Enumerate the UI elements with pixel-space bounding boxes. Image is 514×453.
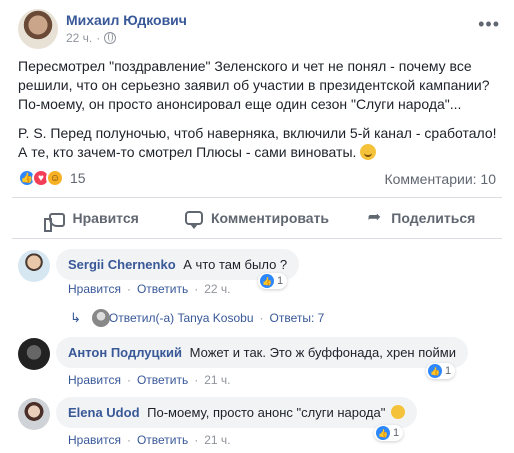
comment-reply-link[interactable]: Ответить bbox=[137, 433, 188, 447]
dot-separator: · bbox=[194, 282, 199, 296]
comment-button[interactable]: Комментировать bbox=[175, 199, 338, 237]
commenter-avatar[interactable] bbox=[18, 398, 50, 430]
divider bbox=[12, 197, 502, 198]
haha-reaction-icon: ☺ bbox=[46, 169, 64, 187]
dot-separator: · bbox=[259, 311, 264, 325]
divider bbox=[12, 238, 502, 239]
author-avatar[interactable] bbox=[18, 9, 58, 49]
share-button[interactable]: ➦ Поделиться bbox=[339, 199, 502, 237]
like-button-label: Нравится bbox=[72, 210, 139, 226]
like-button[interactable]: Нравится bbox=[12, 199, 175, 237]
comment-like-link[interactable]: Нравится bbox=[68, 433, 121, 447]
dot-separator: · bbox=[126, 433, 131, 447]
comment-meta: Нравится · Ответить · 21 ч. bbox=[68, 433, 231, 447]
smirk-emoji-icon bbox=[390, 405, 405, 419]
post-text-paragraph-1: Пересмотрел "поздравление" Зеленского и … bbox=[18, 58, 490, 112]
comment-icon bbox=[184, 211, 203, 229]
more-icon[interactable]: ••• bbox=[478, 14, 500, 35]
post-time[interactable]: 22 ч. bbox=[66, 31, 92, 45]
like-reaction-icon: 👍 bbox=[376, 426, 390, 440]
comment-time[interactable]: 21 ч. bbox=[204, 433, 230, 447]
dot-separator: · bbox=[96, 31, 101, 45]
comment-button-label: Комментировать bbox=[210, 210, 330, 226]
comment-time[interactable]: 22 ч. bbox=[204, 282, 230, 296]
share-button-label: Поделиться bbox=[391, 210, 476, 226]
commenter-avatar[interactable] bbox=[18, 250, 50, 282]
reply-arrow-icon: ↳ bbox=[70, 310, 81, 325]
comment-text: Может и так. Это ж буффонада, хрен пойми bbox=[189, 345, 456, 360]
comment-bubble: Антон Подлуцкий Может и так. Это ж буффо… bbox=[56, 337, 468, 368]
comment-time[interactable]: 21 ч. bbox=[204, 373, 230, 387]
comment-text: А что там было ? bbox=[183, 257, 288, 272]
reactions-count[interactable]: 15 bbox=[70, 170, 86, 186]
action-bar: Нравится Комментировать ➦ Поделиться bbox=[12, 199, 502, 237]
post-text-paragraph-2: P. S. Перед полуночью, чтоб наверняка, в… bbox=[18, 124, 504, 162]
comment-meta: Нравится · Ответить · 22 ч. bbox=[68, 282, 231, 296]
reactions-summary[interactable]: 👍 ♥ ☺ 15 bbox=[18, 169, 86, 187]
comments-count-link[interactable]: Комментарии: 10 bbox=[384, 171, 496, 187]
comment-likes-badge[interactable]: 👍 1 bbox=[426, 363, 456, 379]
reply-author-avatar bbox=[92, 309, 110, 327]
comment-bubble: Elena Udod По-моему, просто анонс "слуги… bbox=[56, 397, 417, 428]
replies-text: Ответил(-а) Tanya Kosobu bbox=[108, 311, 254, 325]
comment-likes-badge[interactable]: 👍 1 bbox=[374, 425, 404, 441]
globe-icon[interactable] bbox=[104, 32, 117, 44]
like-reaction-icon: 👍 bbox=[428, 364, 442, 378]
commenter-name[interactable]: Sergii Chernenko bbox=[68, 257, 176, 272]
dot-separator: · bbox=[126, 282, 131, 296]
comment-likes-count: 1 bbox=[277, 275, 284, 287]
comment-like-link[interactable]: Нравится bbox=[68, 373, 121, 387]
dot-separator: · bbox=[194, 373, 199, 387]
replies-count: Ответы: 7 bbox=[269, 311, 325, 325]
share-icon: ➦ bbox=[367, 209, 381, 226]
facebook-post: Михаил Юдкович 22 ч. · ••• Пересмотрел "… bbox=[0, 0, 514, 453]
comment-like-link[interactable]: Нравится bbox=[68, 282, 121, 296]
comment-likes-badge[interactable]: 👍 1 bbox=[258, 273, 288, 289]
comment-reply-link[interactable]: Ответить bbox=[137, 373, 188, 387]
comment-meta: Нравится · Ответить · 21 ч. bbox=[68, 373, 231, 387]
author-name[interactable]: Михаил Юдкович bbox=[66, 12, 187, 28]
comment-reply-link[interactable]: Ответить bbox=[137, 282, 188, 296]
dot-separator: · bbox=[194, 433, 199, 447]
like-reaction-icon: 👍 bbox=[260, 274, 274, 288]
commenter-name[interactable]: Антон Подлуцкий bbox=[68, 345, 182, 360]
thumbs-up-icon bbox=[43, 212, 65, 232]
smile-emoji-icon bbox=[360, 144, 377, 160]
comment-likes-count: 1 bbox=[393, 427, 400, 439]
comment-likes-count: 1 bbox=[445, 365, 452, 377]
dot-separator: · bbox=[126, 373, 131, 387]
comment-text: По-моему, просто анонс "слуги народа" bbox=[147, 405, 386, 420]
post-meta: 22 ч. · bbox=[66, 31, 117, 45]
commenter-avatar[interactable] bbox=[18, 338, 50, 370]
commenter-name[interactable]: Elena Udod bbox=[68, 405, 140, 420]
post-text-paragraph-2-content: P. S. Перед полуночью, чтоб наверняка, в… bbox=[18, 125, 497, 160]
